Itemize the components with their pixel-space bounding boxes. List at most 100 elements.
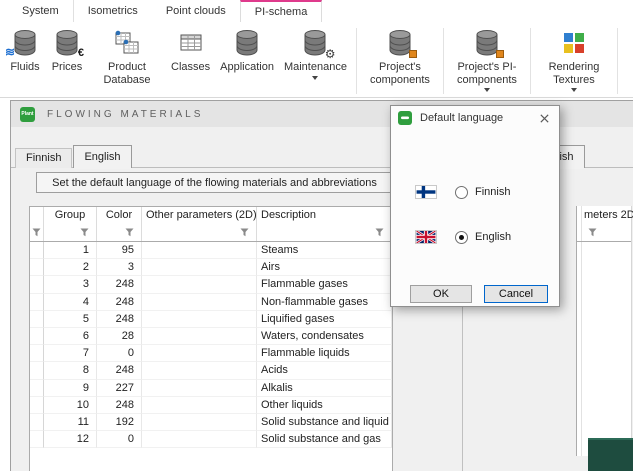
color-cell: 248 <box>97 294 142 311</box>
table-header-row: Group Color Other parameters (2D) Descri… <box>30 207 392 224</box>
ribbon-item-label: Fluids <box>10 61 39 74</box>
table-row[interactable]: 12 0 Solid substance and gas <box>30 431 392 448</box>
tab-point-clouds[interactable]: Point clouds <box>152 0 240 22</box>
orange-dot-badge-icon <box>496 50 504 58</box>
row-header-cell <box>30 242 44 259</box>
column-header-description[interactable]: Description <box>257 207 392 224</box>
row-header-cell <box>30 431 44 448</box>
tab-isometrics[interactable]: Isometrics <box>74 0 152 22</box>
ribbon-item-prices[interactable]: € Prices <box>46 25 88 97</box>
radio-english[interactable] <box>455 231 468 244</box>
params-cell <box>142 431 257 448</box>
column-header-group[interactable]: Group <box>44 207 97 224</box>
tab-system[interactable]: System <box>8 0 74 22</box>
column-header-color[interactable]: Color <box>97 207 142 224</box>
params-cell <box>142 345 257 362</box>
ribbon-item-classes[interactable]: Classes <box>166 25 215 97</box>
classes-grid-icon <box>175 26 207 60</box>
filter-cell-description[interactable] <box>257 224 392 241</box>
ribbon-group-separator <box>356 28 357 94</box>
color-squares-icon <box>558 26 590 60</box>
ribbon-item-maintenance[interactable]: ⚙ Maintenance <box>279 25 352 97</box>
filter-cell[interactable] <box>30 224 44 241</box>
tab-english-left[interactable]: English <box>73 145 131 168</box>
params-cell <box>142 276 257 293</box>
set-default-language-button[interactable]: Set the default language of the flowing … <box>36 172 393 193</box>
filter-row-divider <box>577 241 631 242</box>
filter-funnel-icon <box>239 227 250 238</box>
tab-pi-schema[interactable]: PI-schema <box>240 0 323 22</box>
ribbon-item-application[interactable]: Application <box>215 25 279 97</box>
description-cell: Non-flammable gases <box>257 294 392 311</box>
window-title: FLOWING MATERIALS <box>47 109 203 120</box>
description-cell: Acids <box>257 362 392 379</box>
table-row[interactable]: 10 248 Other liquids <box>30 397 392 414</box>
orange-dot-badge-icon <box>409 50 417 58</box>
ribbon-item-projects-pi-components[interactable]: Project's PI-components <box>448 25 526 97</box>
table-row[interactable]: 3 248 Flammable gases <box>30 276 392 293</box>
table-row[interactable]: 4 248 Non-flammable gases <box>30 294 392 311</box>
group-cell: 2 <box>44 259 97 276</box>
table-row[interactable]: 8 248 Acids <box>30 362 392 379</box>
table-row[interactable]: 5 248 Liquified gases <box>30 311 392 328</box>
color-cell: 0 <box>97 431 142 448</box>
group-cell: 12 <box>44 431 97 448</box>
ribbon-item-fluids[interactable]: ≋ Fluids <box>4 25 46 97</box>
column-header-other-parameters[interactable]: Other parameters (2D) <box>142 207 257 224</box>
filter-cell-parameters[interactable] <box>142 224 257 241</box>
dialog-title: Default language <box>420 112 503 124</box>
filter-funnel-icon <box>374 227 385 238</box>
dialog-titlebar[interactable]: Default language <box>391 106 559 130</box>
ribbon-item-rendering-textures[interactable]: Rendering Textures <box>535 25 613 97</box>
ribbon-item-product-database[interactable]: Product Database <box>88 25 166 97</box>
table-row[interactable]: 6 28 Waters, condensates <box>30 328 392 345</box>
option-english[interactable]: English <box>415 229 511 245</box>
tab-finnish-left[interactable]: Finnish <box>15 148 72 168</box>
group-cell: 10 <box>44 397 97 414</box>
table-row[interactable]: 2 3 Airs <box>30 259 392 276</box>
ribbon-tab-strip: System Isometrics Point clouds PI-schema <box>0 0 633 22</box>
database-euro-icon: € <box>51 26 83 60</box>
filter-cell-color[interactable] <box>97 224 142 241</box>
finland-flag-icon <box>415 185 437 199</box>
table-row[interactable]: 1 95 Steams <box>30 242 392 259</box>
dropdown-caret-icon <box>484 88 490 92</box>
option-finnish[interactable]: Finnish <box>415 184 510 200</box>
row-header-column <box>30 207 44 224</box>
group-cell: 1 <box>44 242 97 259</box>
filter-funnel-icon[interactable] <box>587 227 598 241</box>
ribbon-item-projects-components[interactable]: Project's components <box>361 25 439 97</box>
close-icon[interactable] <box>536 110 552 126</box>
color-cell: 248 <box>97 362 142 379</box>
row-header-cell <box>30 294 44 311</box>
radio-label: Finnish <box>475 186 510 198</box>
ribbon-item-label: Classes <box>171 61 210 74</box>
cancel-button[interactable]: Cancel <box>484 285 548 303</box>
ribbon-item-label: Prices <box>52 61 83 74</box>
partial-column-header: meters 2D <box>584 209 633 221</box>
radio-finnish[interactable] <box>455 186 468 199</box>
description-cell: Solid substance and gas <box>257 431 392 448</box>
group-cell: 4 <box>44 294 97 311</box>
euro-badge-icon: € <box>78 48 84 59</box>
dropdown-caret-icon <box>571 88 577 92</box>
params-cell <box>142 259 257 276</box>
row-header-cell <box>30 380 44 397</box>
table-row[interactable]: 9 227 Alkalis <box>30 380 392 397</box>
row-header-cell <box>30 328 44 345</box>
left-language-tabs: Finnish English <box>15 145 133 168</box>
table-row[interactable]: 7 0 Flammable liquids <box>30 345 392 362</box>
filter-cell-group[interactable] <box>44 224 97 241</box>
ribbon-item-label: Project's components <box>366 61 434 86</box>
filter-funnel-icon <box>31 227 42 238</box>
ok-button[interactable]: OK <box>410 285 472 303</box>
gear-badge-icon: ⚙ <box>325 48 336 60</box>
group-cell: 9 <box>44 380 97 397</box>
row-header-cell <box>30 362 44 379</box>
row-header-cell <box>30 397 44 414</box>
params-cell <box>142 380 257 397</box>
params-cell <box>142 311 257 328</box>
database-dot-icon <box>384 26 416 60</box>
ribbon-group-separator <box>617 28 618 94</box>
table-row[interactable]: 11 192 Solid substance and liquid <box>30 414 392 431</box>
